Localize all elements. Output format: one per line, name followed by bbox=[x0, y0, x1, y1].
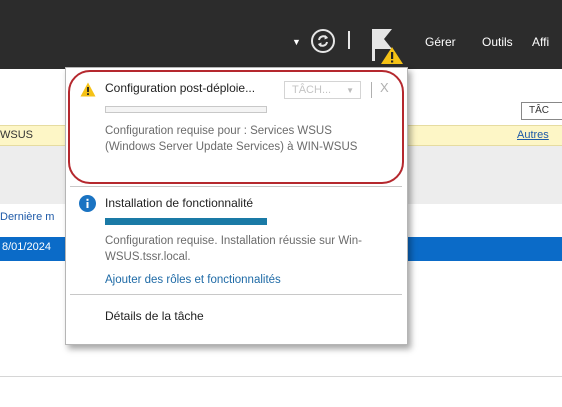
info-icon bbox=[79, 195, 96, 212]
taches-button[interactable]: TÂC bbox=[521, 102, 562, 120]
server-manager-header: ▼ Gérer Outils Affi bbox=[0, 0, 562, 69]
header-separator bbox=[348, 31, 350, 49]
feature-install-description: Configuration requise. Installation réus… bbox=[105, 234, 395, 265]
add-roles-features-link[interactable]: Ajouter des rôles et fonctionnalités bbox=[105, 274, 281, 286]
close-icon[interactable]: X bbox=[380, 80, 389, 95]
menu-gerer[interactable]: Gérer bbox=[425, 35, 456, 49]
feature-install-progress-bar bbox=[105, 218, 267, 225]
task-title-feature-install[interactable]: Installation de fonctionnalité bbox=[105, 196, 253, 210]
description-line: Configuration requise pour : Services WS… bbox=[105, 125, 332, 137]
task-details-link[interactable]: Détails de la tâche bbox=[105, 309, 204, 323]
menu-afficher[interactable]: Affi bbox=[532, 35, 549, 49]
divider bbox=[0, 376, 562, 377]
autres-link[interactable]: Autres bbox=[517, 129, 549, 141]
menu-outils[interactable]: Outils bbox=[482, 35, 513, 49]
chevron-down-icon: ▼ bbox=[346, 86, 354, 95]
post-deploy-progress-bar bbox=[105, 106, 267, 113]
panel-divider bbox=[70, 294, 402, 295]
description-line: Configuration requise. Installation réus… bbox=[105, 235, 362, 247]
task-title-post-deploy[interactable]: Configuration post-déploie... bbox=[105, 81, 255, 95]
warning-icon bbox=[80, 82, 96, 97]
taches-dropdown[interactable]: TÂCH... ▼ bbox=[284, 81, 361, 99]
column-header-derniere[interactable]: Dernière m bbox=[0, 211, 54, 223]
back-dropdown-arrow-icon[interactable]: ▼ bbox=[292, 37, 301, 47]
description-line: (Windows Server Update Services) à WIN-W… bbox=[105, 140, 358, 153]
notifications-panel: Configuration post-déploie... TÂCH... ▼ … bbox=[65, 67, 408, 345]
notifications-flag-icon[interactable] bbox=[370, 25, 404, 65]
panel-divider bbox=[70, 186, 402, 187]
post-deploy-description: Configuration requise pour : Services WS… bbox=[105, 124, 395, 155]
description-line: WSUS.tssr.local. bbox=[105, 250, 191, 263]
toolbar-separator bbox=[371, 82, 372, 98]
selected-row-date: 8/01/2024 bbox=[2, 241, 51, 253]
refresh-icon[interactable] bbox=[311, 29, 335, 53]
wsus-label: WSUS bbox=[0, 129, 33, 141]
taches-dropdown-label: TÂCH... bbox=[292, 84, 332, 96]
